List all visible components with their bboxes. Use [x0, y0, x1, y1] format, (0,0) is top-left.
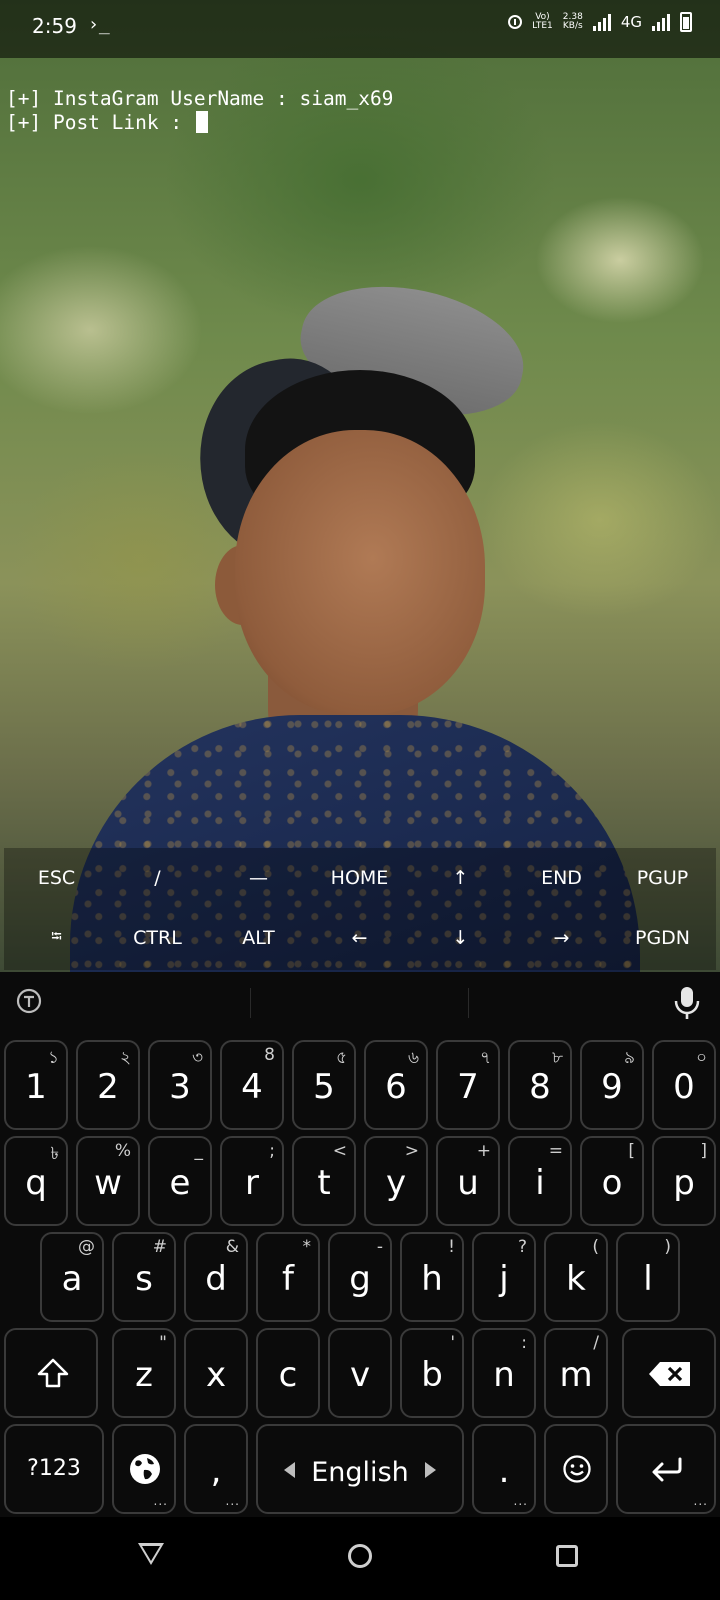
spacebar[interactable]: English — [256, 1424, 464, 1514]
emoji-key[interactable] — [544, 1424, 608, 1514]
status-bar: 2:59 ›_ Vo) LTE1 2.38 KB/s 4G — [0, 0, 720, 58]
extra-key-pgup[interactable]: PGUP — [612, 848, 713, 908]
chevron-right-icon — [425, 1462, 436, 1478]
key-8[interactable]: ৮8 — [508, 1040, 572, 1130]
terminal-output[interactable]: [+] InstaGram UserName : siam_x69 [+] Pos… — [6, 63, 393, 159]
data-saver-icon — [508, 15, 523, 29]
key-h[interactable]: ! h — [400, 1232, 464, 1322]
suggestion-divider — [250, 988, 251, 1018]
key-q[interactable]: ৳ q — [4, 1136, 68, 1226]
key-2[interactable]: ২2 — [76, 1040, 140, 1130]
comma-key[interactable]: ,... — [184, 1424, 248, 1514]
key-s[interactable]: # s — [112, 1232, 176, 1322]
key-z[interactable]: " z — [112, 1328, 176, 1418]
network-speed: 2.38 KB/s — [562, 12, 583, 31]
key-w[interactable]: % w — [76, 1136, 140, 1226]
backspace-icon — [649, 1362, 690, 1386]
key-e[interactable]: _ e — [148, 1136, 212, 1226]
text-cursor — [195, 111, 208, 133]
navigation-bar — [0, 1517, 720, 1600]
extra-key-end[interactable]: END — [511, 848, 612, 908]
key-m[interactable]: / m — [544, 1328, 608, 1418]
extra-key-ctrl[interactable]: CTRL — [107, 908, 208, 968]
extra-keys-bar: ESC / — HOME ↑ END PGUP ⭾ CTRL ALT ← ↓ →… — [4, 848, 716, 970]
language-key[interactable]: ... — [112, 1424, 176, 1514]
extra-key-pgdn[interactable]: PGDN — [612, 908, 713, 968]
face — [235, 430, 485, 715]
network-type: 4G — [620, 13, 642, 31]
extra-key-slash[interactable]: / — [107, 848, 208, 908]
enter-key[interactable]: ... — [616, 1424, 716, 1514]
key-u[interactable]: + u — [436, 1136, 500, 1226]
translate-icon[interactable] — [14, 986, 44, 1016]
emoji-icon — [563, 1455, 591, 1483]
key-b[interactable]: ' b — [400, 1328, 464, 1418]
terminal-line-prompt: [+] Post Link : — [6, 111, 393, 135]
key-g[interactable]: -g — [328, 1232, 392, 1322]
key-j[interactable]: ? j — [472, 1232, 536, 1322]
key-4[interactable]: 84 — [220, 1040, 284, 1130]
key-f[interactable]: * f — [256, 1232, 320, 1322]
extra-key-up[interactable]: ↑ — [410, 848, 511, 908]
terminal-notification-icon: ›_ — [88, 14, 110, 35]
recents-icon[interactable] — [556, 1545, 578, 1567]
key-o[interactable]: [o — [580, 1136, 644, 1226]
extra-key-alt[interactable]: ALT — [208, 908, 309, 968]
key-n[interactable]: :n — [472, 1328, 536, 1418]
extra-key-right[interactable]: → — [511, 908, 612, 968]
key-r[interactable]: ; r — [220, 1136, 284, 1226]
soft-keyboard: ১1 ২2 ৩3 84 ৫5 ৬6 ৭7 ৮8 ৯9 ০0 ৳ q % w _ e ;… — [0, 972, 720, 1517]
key-t[interactable]: < t — [292, 1136, 356, 1226]
volte-indicator: Vo) LTE1 — [532, 12, 553, 31]
key-9[interactable]: ৯9 — [580, 1040, 644, 1130]
key-l[interactable]: ) l — [616, 1232, 680, 1322]
signal-icon-2 — [652, 13, 670, 31]
status-icons: Vo) LTE1 2.38 KB/s 4G — [508, 12, 692, 32]
signal-icon — [592, 13, 611, 31]
back-icon[interactable] — [138, 1543, 164, 1565]
extra-key-home[interactable]: HOME — [309, 848, 410, 908]
terminal-line-username: [+] InstaGram UserName : siam_x69 — [6, 87, 394, 110]
extra-key-left[interactable]: ← — [309, 908, 410, 968]
globe-icon — [130, 1454, 160, 1484]
key-i[interactable]: = i — [508, 1136, 572, 1226]
microphone-icon[interactable] — [672, 985, 702, 1021]
key-7[interactable]: ৭7 — [436, 1040, 500, 1130]
home-icon[interactable] — [348, 1544, 372, 1568]
key-d[interactable]: & d — [184, 1232, 248, 1322]
extra-key-tab[interactable]: ⭾ — [6, 908, 107, 968]
key-c[interactable]: c — [256, 1328, 320, 1418]
key-k[interactable]: (k — [544, 1232, 608, 1322]
battery-icon — [680, 12, 692, 32]
shift-key[interactable] — [4, 1328, 98, 1418]
key-a[interactable]: @ a — [40, 1232, 104, 1322]
key-5[interactable]: ৫5 — [292, 1040, 356, 1130]
extra-key-esc[interactable]: ESC — [6, 848, 107, 908]
symbols-key[interactable]: ?123 — [4, 1424, 104, 1514]
enter-icon — [652, 1457, 682, 1482]
suggestion-divider — [468, 988, 469, 1018]
key-v[interactable]: v — [328, 1328, 392, 1418]
extra-key-down[interactable]: ↓ — [410, 908, 511, 968]
suggestion-strip — [0, 972, 720, 1034]
clock: 2:59 — [32, 14, 77, 38]
extra-key-dash[interactable]: — — [208, 848, 309, 908]
key-6[interactable]: ৬6 — [364, 1040, 428, 1130]
key-x[interactable]: x — [184, 1328, 248, 1418]
key-0[interactable]: ০0 — [652, 1040, 716, 1130]
key-p[interactable]: ] p — [652, 1136, 716, 1226]
key-y[interactable]: > y — [364, 1136, 428, 1226]
key-3[interactable]: ৩3 — [148, 1040, 212, 1130]
backspace-key[interactable] — [622, 1328, 716, 1418]
period-key[interactable]: .... — [472, 1424, 536, 1514]
shift-icon — [37, 1358, 69, 1388]
key-1[interactable]: ১1 — [4, 1040, 68, 1130]
